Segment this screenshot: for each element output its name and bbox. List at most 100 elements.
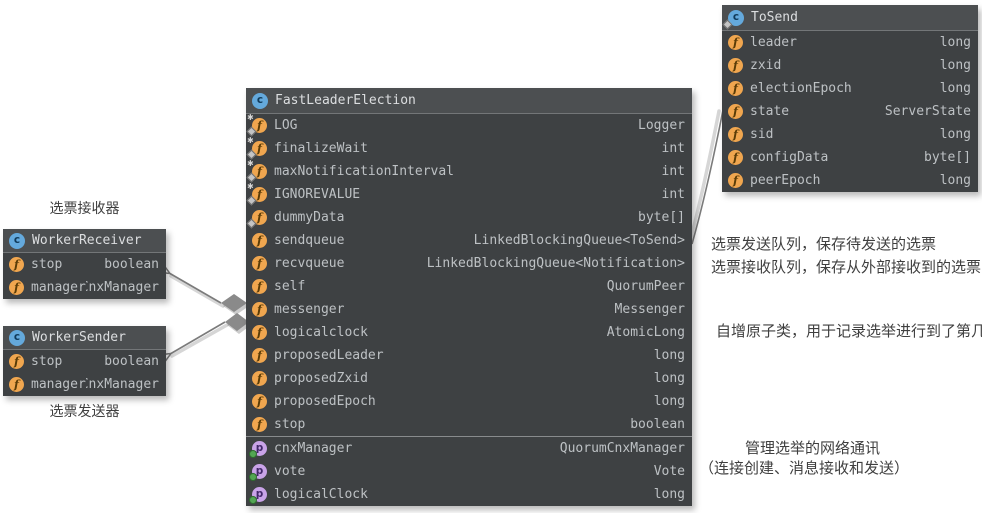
- association-sendqueue-tosend[interactable]: [692, 110, 723, 244]
- class-node-tosend[interactable]: cToSendfleaderlongfzxidlongfelectionEpoc…: [722, 5, 978, 192]
- worker-sender-caption: 选票发送器: [3, 403, 166, 422]
- member-type: long: [936, 81, 971, 96]
- static-mark-icon: ✱: [247, 183, 254, 191]
- final-mark-icon: [247, 150, 257, 160]
- member-type: boolean: [626, 417, 685, 432]
- association-shadow: [689, 111, 719, 245]
- member-type: long: [936, 173, 971, 188]
- final-mark-icon: [247, 127, 257, 137]
- field-row[interactable]: f✱LOGLogger: [246, 114, 692, 137]
- field-row[interactable]: f✱finalizeWaitint: [246, 137, 692, 160]
- property-icon: p: [252, 441, 267, 456]
- field-row[interactable]: f✱IGNOREVALUEint: [246, 183, 692, 206]
- property-row[interactable]: pvoteVote: [246, 460, 692, 483]
- field-row[interactable]: flogicalclockAtomicLong: [246, 321, 692, 344]
- member-name: maxNotificationInterval: [274, 164, 454, 179]
- field-row[interactable]: fproposedEpochlong: [246, 390, 692, 413]
- member-type: QuorumCnxManager: [86, 377, 159, 392]
- getter-mark-icon: [249, 450, 257, 458]
- member-name: recvqueue: [274, 256, 344, 271]
- final-mark-icon: [247, 173, 257, 183]
- field-row[interactable]: fsendqueueLinkedBlockingQueue<ToSend>: [246, 229, 692, 252]
- class-node-workersender[interactable]: cWorkerSenderfstopbooleanfmanagerQuorumC…: [3, 326, 166, 396]
- field-icon: f✱: [252, 118, 267, 133]
- field-row[interactable]: fmanagerQuorumCnxManager: [3, 276, 166, 299]
- member-type: ServerState: [881, 104, 971, 119]
- aggregation-shadow: [172, 325, 227, 356]
- logicalclock-note: 自增原子类，用于记录选举进行到了第几轮: [716, 323, 982, 342]
- final-mark-icon: [247, 219, 257, 229]
- class-node-workerreceiver[interactable]: cWorkerReceiverfstopbooleanfmanagerQuoru…: [3, 229, 166, 299]
- class-header[interactable]: cToSend: [722, 5, 978, 31]
- field-icon: f: [252, 348, 267, 363]
- member-type: boolean: [62, 257, 159, 272]
- class-header[interactable]: c FastLeaderElection: [246, 88, 692, 114]
- field-row[interactable]: fzxidlong: [722, 54, 978, 77]
- field-row[interactable]: fleaderlong: [722, 31, 978, 54]
- field-row[interactable]: fproposedZxidlong: [246, 367, 692, 390]
- member-type: AtomicLong: [603, 325, 685, 340]
- member-type: int: [658, 164, 685, 179]
- member-type: boolean: [62, 354, 159, 369]
- field-icon: f: [252, 279, 267, 294]
- member-name: stop: [274, 417, 305, 432]
- member-type: LinkedBlockingQueue<ToSend>: [470, 233, 685, 248]
- field-row[interactable]: fstopboolean: [3, 350, 166, 373]
- member-name: logicalclock: [274, 325, 368, 340]
- class-icon: c: [728, 10, 744, 26]
- field-row[interactable]: fstopboolean: [246, 413, 692, 436]
- field-icon: f: [9, 354, 24, 369]
- member-type: Vote: [650, 464, 685, 479]
- sendqueue-note: 选票发送队列，保存待发送的选票: [711, 236, 936, 255]
- member-type: int: [658, 187, 685, 202]
- member-name: configData: [750, 150, 828, 165]
- field-row[interactable]: fself QuorumPeer: [246, 275, 692, 298]
- member-name: self: [274, 279, 305, 294]
- aggregation-workerreceiver[interactable]: [170, 274, 247, 313]
- class-node-fastleaderelection[interactable]: cFastLeaderElectionf✱LOGLoggerf✱finalize…: [246, 88, 692, 506]
- field-row[interactable]: fconfigDatabyte[]: [722, 146, 978, 169]
- class-header[interactable]: cWorkerSender: [3, 326, 166, 350]
- field-row[interactable]: f✱maxNotificationIntervalint: [246, 160, 692, 183]
- field-row[interactable]: fstateServerState: [722, 100, 978, 123]
- class-icon: c: [252, 93, 268, 109]
- field-icon: f: [252, 233, 267, 248]
- member-name: proposedLeader: [274, 348, 384, 363]
- field-icon: f: [9, 280, 24, 295]
- member-type: LinkedBlockingQueue<Notification>: [423, 256, 685, 271]
- field-icon: f: [728, 104, 743, 119]
- member-type: byte[]: [634, 210, 685, 225]
- class-header[interactable]: cWorkerReceiver: [3, 229, 166, 253]
- field-icon: f✱: [252, 187, 267, 202]
- field-row[interactable]: fdummyDatabyte[]: [246, 206, 692, 229]
- field-row[interactable]: frecvqueueLinkedBlockingQueue<Notificati…: [246, 252, 692, 275]
- property-row[interactable]: pcnxManagerQuorumCnxManager: [246, 437, 692, 460]
- class-title: FastLeaderElection: [275, 93, 416, 108]
- field-row[interactable]: felectionEpochlong: [722, 77, 978, 100]
- static-mark-icon: ✱: [247, 160, 254, 168]
- field-row[interactable]: fmessengerMessenger: [246, 298, 692, 321]
- member-type: long: [936, 127, 971, 142]
- static-mark-icon: ✱: [247, 114, 254, 122]
- static-mark-icon: ✱: [247, 137, 254, 145]
- field-icon: f: [728, 173, 743, 188]
- member-name: stop: [31, 257, 62, 272]
- member-name: stop: [31, 354, 62, 369]
- member-name: finalizeWait: [274, 141, 368, 156]
- member-name: LOG: [274, 118, 297, 133]
- cnxmanager-note-line1: 管理选举的网络通讯: [745, 440, 880, 459]
- member-name: vote: [274, 464, 305, 479]
- field-row[interactable]: fmanagerQuorumCnxManager: [3, 373, 166, 396]
- field-row[interactable]: fpeerEpochlong: [722, 169, 978, 192]
- member-name: proposedEpoch: [274, 394, 376, 409]
- member-type: int: [658, 141, 685, 156]
- field-icon: f: [728, 81, 743, 96]
- field-icon: f: [728, 35, 743, 50]
- property-row[interactable]: plogicalClocklong: [246, 483, 692, 506]
- field-row[interactable]: fsidlong: [722, 123, 978, 146]
- field-row[interactable]: fstopboolean: [3, 253, 166, 276]
- member-type: QuorumPeer: [603, 279, 685, 294]
- member-name: manager: [31, 377, 86, 392]
- field-row[interactable]: fproposedLeaderlong: [246, 344, 692, 367]
- final-mark-icon: [723, 19, 733, 29]
